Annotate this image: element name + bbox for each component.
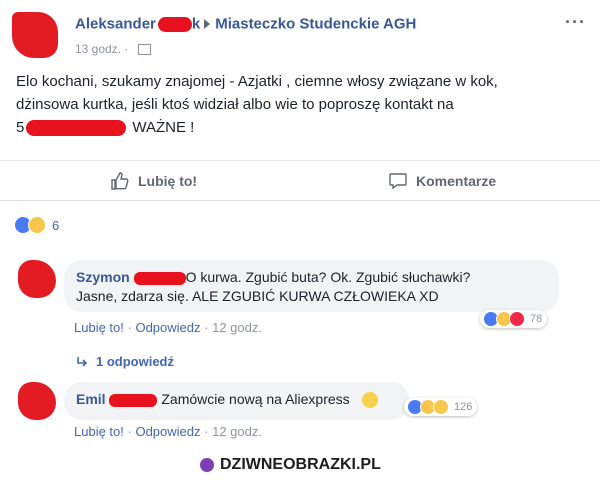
separator: ·: [204, 320, 209, 335]
post-text-line: 5 WAŻNE !: [16, 116, 586, 139]
watermark: DZIWNEOBRAZKI.PL: [200, 456, 381, 474]
post-text: Elo kochani, szukamy znajomej - Azjatki …: [16, 70, 586, 139]
author-avatar-redacted[interactable]: [12, 12, 58, 58]
post-meta: 13 godz. ·: [75, 42, 151, 56]
comment-actions: Lubię to! · Odpowiedz · 12 godz.: [74, 424, 262, 439]
reaction-count: 6: [52, 217, 60, 233]
comment-actions: Lubię to! · Odpowiedz · 12 godz.: [74, 320, 262, 335]
reaction-count: 126: [454, 401, 473, 413]
post-text-emphasis: WAŻNE !: [132, 119, 195, 136]
post-text-line: Elo kochani, szukamy znajomej - Azjatki …: [16, 73, 498, 90]
phone-prefix: 5: [16, 119, 25, 136]
separator: ·: [127, 424, 132, 439]
comment-reply-link[interactable]: Odpowiedz: [135, 424, 200, 439]
reaction-count: 78: [530, 313, 543, 325]
thumbs-up-icon: [111, 172, 129, 190]
angry-reaction-icon: [509, 311, 525, 327]
more-options-icon[interactable]: ···: [565, 12, 586, 33]
commenter-avatar-redacted[interactable]: [18, 382, 56, 420]
comment-icon: [389, 173, 407, 190]
comment-text: Zamówcie nową na Aliexpress: [161, 391, 350, 407]
redaction-mark: [109, 393, 158, 407]
sad-reaction-icon: [433, 399, 449, 415]
commenter-name[interactable]: Szymon: [76, 269, 130, 285]
comment-reply-link[interactable]: Odpowiedz: [135, 320, 200, 335]
like-button[interactable]: Lubię to!: [110, 171, 197, 191]
comment-like-link[interactable]: Lubię to!: [74, 424, 124, 439]
pacman-emoji-icon: [361, 392, 378, 409]
watermark-text: DZIWNEOBRAZKI.PL: [220, 456, 381, 473]
comment-time[interactable]: 12 godz.: [212, 424, 262, 439]
commenter-name[interactable]: Emil: [76, 391, 106, 407]
reply-arrow-icon: [77, 356, 88, 367]
post-header: Aleksander k Miasteczko Studenckie AGH: [75, 15, 417, 33]
comment-label: Komentarze: [416, 173, 497, 189]
redaction-mark: [157, 16, 192, 32]
comment-bubble: Emil Zamówcie nową na Aliexpress: [64, 382, 409, 420]
post: Aleksander k Miasteczko Studenckie AGH 13 …: [0, 0, 600, 201]
view-replies-link[interactable]: 1 odpowiedź: [76, 354, 174, 369]
post-actions: Lubię to! Komentarze: [0, 160, 600, 199]
separator: ·: [127, 320, 132, 335]
redaction-mark: [26, 120, 127, 137]
commenter-avatar-redacted[interactable]: [18, 260, 56, 298]
post-text-line: dżinsowa kurtka, jeśli ktoś widział albo…: [16, 96, 454, 113]
author-name[interactable]: Aleksander: [75, 16, 156, 33]
haha-reaction-icon: [28, 216, 46, 234]
post-reactions[interactable]: 6: [14, 216, 59, 234]
comment-button[interactable]: Komentarze: [388, 171, 496, 191]
comment-time[interactable]: 12 godz.: [212, 320, 262, 335]
comment-reactions[interactable]: 78: [480, 310, 548, 328]
group-name[interactable]: Miasteczko Studenckie AGH: [215, 16, 416, 33]
redaction-mark: [133, 271, 186, 285]
comment-text: Jasne, zdarza się. ALE ZGUBIĆ KURWA CZŁO…: [76, 288, 439, 304]
watermark-logo-icon: [200, 458, 214, 472]
arrow-right-icon: [204, 19, 211, 30]
comment-like-link[interactable]: Lubię to!: [74, 320, 124, 335]
separator: ·: [204, 424, 209, 439]
replies-label: 1 odpowiedź: [96, 354, 174, 369]
audience-icon[interactable]: [137, 44, 151, 56]
comment-text: O kurwa. Zgubić buta? Ok. Zgubić słuchaw…: [185, 269, 471, 285]
comment-reactions[interactable]: 126: [404, 398, 478, 416]
post-time[interactable]: 13 godz.: [75, 42, 121, 56]
comment-bubble: Szymon O kurwa. Zgubić buta? Ok. Zgubić …: [64, 260, 559, 312]
like-label: Lubię to!: [138, 173, 198, 189]
